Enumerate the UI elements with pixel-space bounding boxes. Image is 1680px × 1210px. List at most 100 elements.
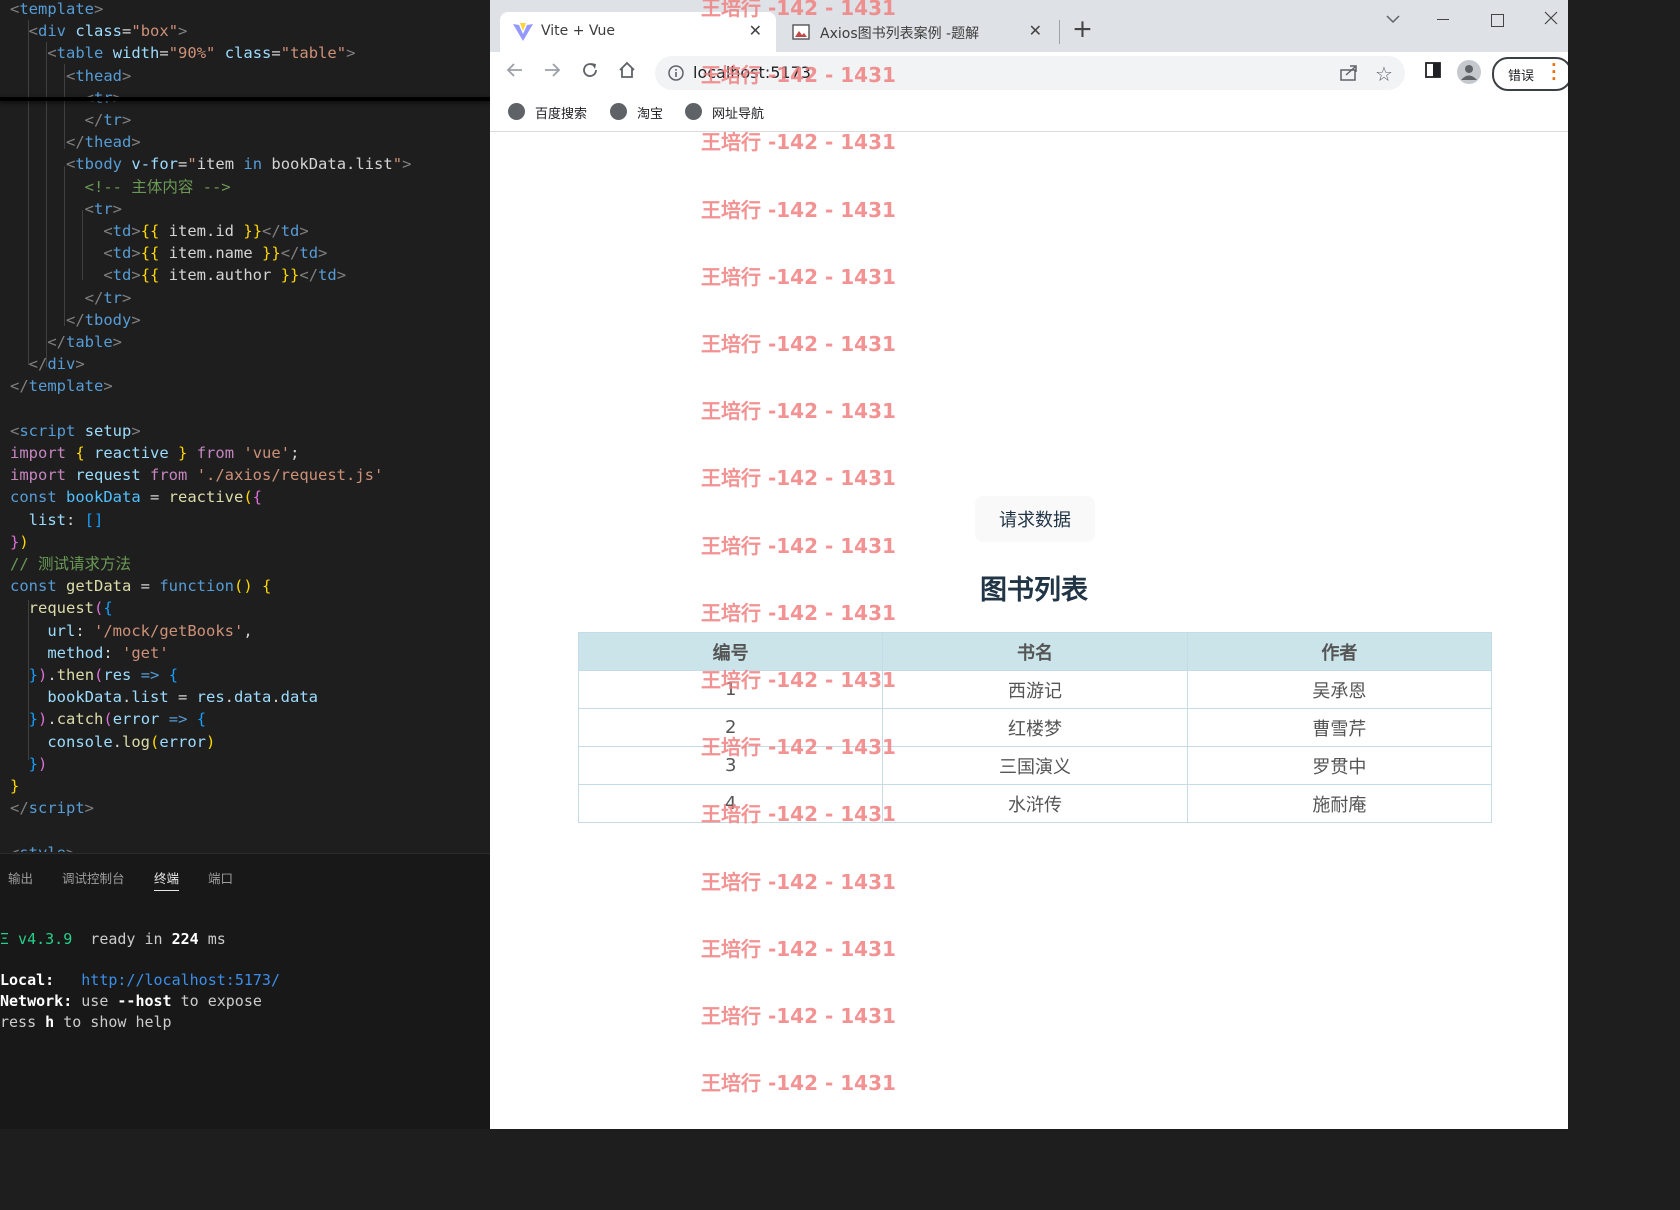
code-line: <td>{{ item.name }}</td> <box>10 242 327 264</box>
code-token: from <box>150 466 188 485</box>
code-token: : <box>66 510 85 529</box>
code-token: > <box>122 66 132 85</box>
back-icon[interactable] <box>502 60 528 86</box>
profile-avatar-icon[interactable] <box>1456 60 1482 86</box>
error-profile-button[interactable]: 错误 · · · <box>1492 57 1568 91</box>
code-editor[interactable]: <template> <div class="box"> <table widt… <box>0 0 490 1129</box>
terminal-token: to show help <box>54 1012 172 1031</box>
terminal-token: 5173 <box>234 971 271 990</box>
code-token: . <box>112 732 122 751</box>
code-token: ) <box>38 710 48 729</box>
code-line: </tbody> <box>10 309 141 331</box>
code-line: }).then(res => { <box>10 664 178 686</box>
cell-author: 施耐庵 <box>1186 784 1493 823</box>
code-token: request <box>28 599 94 618</box>
bookmark-star-icon[interactable]: ☆ <box>1375 62 1393 86</box>
code-token: > <box>75 355 85 374</box>
code-token: . <box>121 688 132 707</box>
code-token: then <box>56 666 95 684</box>
bookmarks-bar: 百度搜索 淘宝 网址导航 <box>490 94 1568 132</box>
code-token: < <box>10 421 20 440</box>
code-line: </script> <box>10 797 94 819</box>
code-token: div <box>38 22 67 41</box>
code-line: <tr> <box>10 198 122 220</box>
code-token: '/mock/getBooks' <box>94 621 244 640</box>
code-token: " <box>187 155 197 174</box>
code-token: => <box>168 710 188 729</box>
tab-search-icon[interactable] <box>1385 12 1401 29</box>
maximize-icon[interactable] <box>1491 14 1504 27</box>
tab-close-icon[interactable]: ✕ <box>1029 21 1042 40</box>
terminal-token: 224 <box>171 930 199 948</box>
request-data-button[interactable]: 请求数据 <box>975 496 1095 542</box>
terminal-token: Local: <box>0 971 55 990</box>
tab-axios-books[interactable]: Axios图书列表案例 -题解 ✕ <box>780 12 1056 52</box>
cell-author: 吴承恩 <box>1186 670 1493 709</box>
code-line: list: [] <box>10 509 104 531</box>
code-token: v-for <box>131 155 179 174</box>
code-token: > <box>131 266 141 285</box>
code-token: } <box>28 666 39 684</box>
more-menu-icon[interactable]: · · · <box>1551 58 1557 87</box>
terminal-line: Local: http://localhost:5173/ <box>0 970 280 990</box>
address-bar[interactable]: localhost:5173 ☆ <box>655 56 1405 90</box>
code-token: " <box>392 155 403 174</box>
code-token: error <box>112 710 160 729</box>
tab-terminal[interactable]: 终端 <box>154 868 180 891</box>
code-token: 'get' <box>122 643 169 662</box>
table-row: 3 三国演义 罗贯中 <box>577 746 1493 785</box>
new-tab-button[interactable]: + <box>1072 14 1093 43</box>
code-token: > <box>299 222 309 240</box>
code-token: () <box>234 577 253 596</box>
indent-guide <box>64 166 65 326</box>
code-token: > <box>131 244 141 263</box>
book-table: 编号 书名 作者 1 西游记 吴承恩 2 红楼梦 曹雪芹 3 三国演义 罗贯中 4 水浒传 施耐庵 <box>577 632 1493 823</box>
tab-close-icon[interactable]: ✕ <box>749 21 762 40</box>
code-token: td <box>318 266 337 285</box>
site-info-icon[interactable] <box>667 64 685 86</box>
tab-debug-console[interactable]: 调试控制台 <box>62 868 125 887</box>
tab-ports[interactable]: 端口 <box>208 868 233 887</box>
code-token: { <box>168 666 179 684</box>
code-area[interactable]: <template> <div class="box"> <table widt… <box>0 0 490 852</box>
tab-output[interactable]: 输出 <box>8 868 33 887</box>
side-panel-icon[interactable] <box>1420 60 1446 86</box>
code-token: > <box>94 0 104 18</box>
tab-vite-vue[interactable]: Vite + Vue ✕ <box>500 12 776 52</box>
code-token: </ <box>84 288 104 307</box>
forward-icon[interactable] <box>539 60 565 86</box>
code-token: "box" <box>131 22 179 41</box>
reload-icon[interactable] <box>577 60 603 86</box>
table-header-row: 编号 书名 作者 <box>577 632 1493 671</box>
panel-tabs: 输出 调试控制台 终端 端口 <box>0 854 490 898</box>
code-token: > <box>66 844 75 852</box>
code-line: </template> <box>10 375 113 397</box>
code-token: > <box>178 22 188 41</box>
code-token: tr <box>94 199 113 218</box>
minimize-icon[interactable] <box>1437 19 1449 21</box>
address-text[interactable]: localhost:5173 <box>693 63 811 82</box>
home-icon[interactable] <box>614 60 640 86</box>
code-token: > <box>346 44 356 63</box>
code-token: thead <box>75 66 123 85</box>
code-token: . <box>271 688 281 707</box>
close-window-icon[interactable] <box>1544 10 1558 29</box>
code-token: table <box>66 333 113 351</box>
globe-icon <box>610 103 627 120</box>
share-icon[interactable] <box>1339 64 1359 86</box>
code-token: reactive <box>168 488 244 507</box>
code-line: }).catch(error => { <box>10 708 206 730</box>
